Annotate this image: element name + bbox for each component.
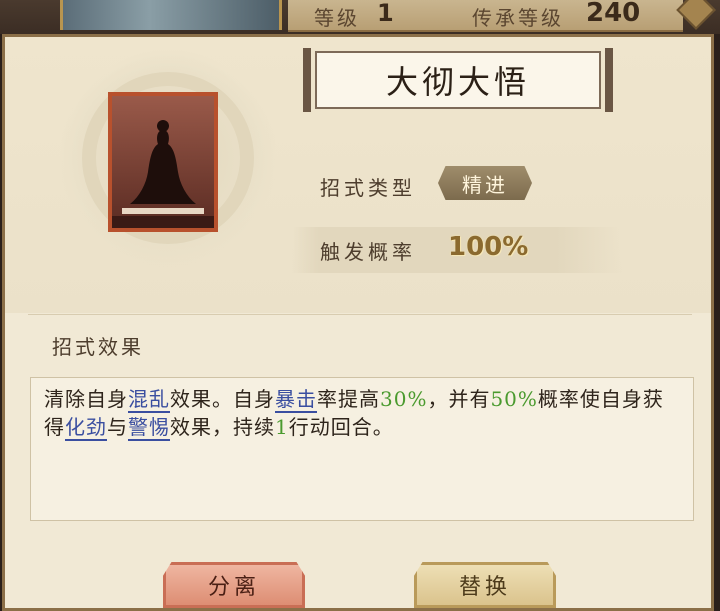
inherit-level-value: 240 — [586, 0, 641, 28]
effect-number: 30% — [380, 387, 428, 411]
keyword-link-confusion[interactable]: 混乱 — [128, 387, 170, 413]
effect-text: ，并有 — [427, 387, 491, 411]
trigger-rate-label: 触发概率 — [320, 240, 416, 264]
level-value: 1 — [377, 0, 394, 27]
character-portrait — [60, 0, 282, 30]
effect-number: 1 — [275, 415, 289, 439]
keyword-link-alert[interactable]: 警惕 — [128, 415, 170, 441]
effect-number: 50% — [490, 387, 538, 411]
keyword-link-crit[interactable]: 暴击 — [275, 387, 317, 413]
skill-name: 大彻大悟 — [385, 63, 530, 101]
skill-title-frame: 大彻大悟 — [303, 48, 613, 112]
section-divider — [28, 314, 692, 315]
effect-text: 清除自身 — [44, 387, 128, 411]
effect-text: 行动回合。 — [288, 415, 394, 439]
skill-type-badge: 精进 — [438, 166, 532, 200]
skill-type-value: 精进 — [462, 172, 508, 197]
skill-type-label: 招式类型 — [320, 176, 416, 200]
separate-button-label: 分离 — [207, 575, 260, 600]
effect-heading: 招式效果 — [52, 335, 144, 359]
level-label: 等级 — [314, 6, 360, 30]
effect-description: 清除自身混乱效果。自身暴击率提高30%，并有50%概率使自身获得化劲与警惕效果，… — [44, 385, 684, 441]
meditating-figure-icon — [112, 96, 214, 228]
replace-button[interactable]: 替换 — [414, 562, 556, 608]
effect-text: 率提高 — [317, 387, 380, 411]
effect-text: 效果。自身 — [170, 387, 275, 411]
effect-text: 与 — [107, 415, 128, 439]
effect-text: 效果，持续 — [170, 415, 275, 439]
title-bar-right — [605, 48, 613, 112]
replace-button-label: 替换 — [458, 575, 511, 600]
inherit-level-label: 传承等级 — [472, 6, 564, 30]
skill-icon[interactable] — [108, 92, 218, 232]
keyword-link-huajin[interactable]: 化劲 — [65, 415, 107, 441]
separate-button[interactable]: 分离 — [163, 562, 305, 608]
title-bar-left — [303, 48, 311, 112]
trigger-rate-value: 100% — [448, 232, 529, 262]
skill-title-box: 大彻大悟 — [315, 51, 601, 109]
